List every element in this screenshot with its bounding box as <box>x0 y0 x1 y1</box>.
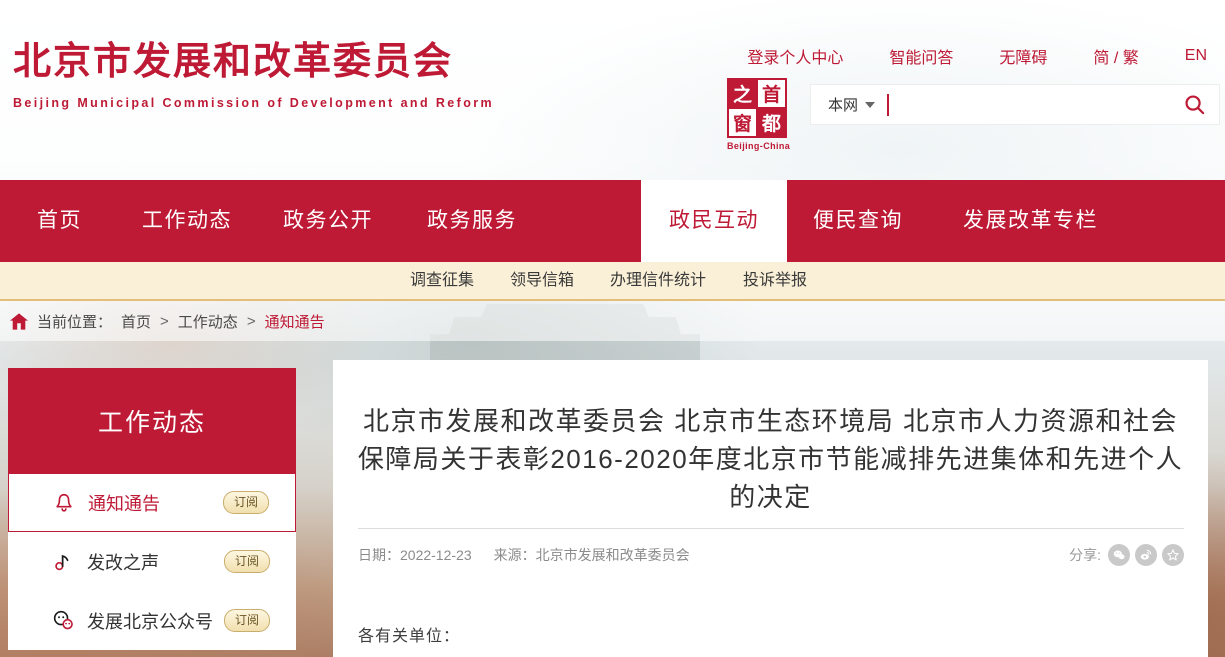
nav-item-convenience-query[interactable]: 便民查询 <box>813 180 903 262</box>
page: 北京市发展和改革委员会 Beijing Municipal Commission… <box>0 0 1225 657</box>
capital-window-caption: Beijing-China <box>727 141 789 151</box>
breadcrumb-separator: > <box>247 313 256 330</box>
search-button[interactable] <box>1183 93 1206 116</box>
wechat-icon <box>52 609 78 632</box>
music-note-icon <box>52 551 78 573</box>
article-meta: 日期： 2022-12-23 来源： 北京市发展和改革委员会 分享: <box>358 544 1184 566</box>
subscribe-button[interactable]: 订阅 <box>224 550 270 573</box>
sidebar-item-voice-of-ndrc[interactable]: 发改之声 订阅 <box>8 532 296 591</box>
breadcrumb-label: 当前位置： <box>37 311 112 332</box>
top-link-english[interactable]: EN <box>1185 47 1207 65</box>
sub-nav: 调查征集 领导信箱 办理信件统计 投诉举报 <box>0 262 1225 301</box>
seal-char: 都 <box>758 109 785 136</box>
subscribe-button[interactable]: 订阅 <box>223 491 269 514</box>
capital-window-seal: 之 首 窗 都 <box>727 78 787 138</box>
article-salutation: 各有关单位： <box>358 622 460 646</box>
share-group: 分享: <box>1069 544 1184 566</box>
top-link-accessibility[interactable]: 无障碍 <box>999 44 1047 68</box>
divider <box>358 528 1184 529</box>
article-title: 北京市发展和改革委员会 北京市生态环境局 北京市人力资源和社会保障局关于表彰20… <box>353 402 1188 516</box>
chevron-down-icon <box>865 102 875 108</box>
subnav-item-survey[interactable]: 调查征集 <box>410 262 474 299</box>
seal-char: 首 <box>758 80 785 107</box>
sidebar-item-label: 发改之声 <box>87 549 159 575</box>
search-bar: 本网 <box>810 84 1220 125</box>
wechat-share-icon[interactable] <box>1108 544 1130 566</box>
nav-item-home[interactable]: 首页 <box>37 180 82 262</box>
nav-item-reform-special[interactable]: 发展改革专栏 <box>963 180 1098 262</box>
search-scope-label: 本网 <box>828 94 858 115</box>
site-logo[interactable]: 北京市发展和改革委员会 Beijing Municipal Commission… <box>13 40 494 110</box>
top-link-simplified-traditional[interactable]: 简 / 繁 <box>1093 44 1138 68</box>
sidebar-title: 工作动态 <box>8 368 296 473</box>
nav-item-public-interaction[interactable]: 政民互动 <box>641 180 787 262</box>
sidebar-menu: 通知通告 订阅 发改之声 订阅 <box>8 473 296 650</box>
nav-item-government-affairs[interactable]: 政务公开 <box>283 180 373 262</box>
breadcrumb-current: 通知通告 <box>265 311 325 332</box>
site-title: 北京市发展和改革委员会 <box>13 40 494 84</box>
weibo-share-icon[interactable] <box>1135 544 1157 566</box>
qzone-share-icon[interactable] <box>1162 544 1184 566</box>
subnav-item-complaints[interactable]: 投诉举报 <box>743 262 807 299</box>
breadcrumb-work-updates[interactable]: 工作动态 <box>178 311 238 332</box>
sidebar-item-wechat-account[interactable]: 发展北京公众号 订阅 <box>8 591 296 650</box>
article-panel: 北京市发展和改革委员会 北京市生态环境局 北京市人力资源和社会保障局关于表彰20… <box>333 360 1208 657</box>
nav-item-government-services[interactable]: 政务服务 <box>427 180 517 262</box>
subscribe-button[interactable]: 订阅 <box>224 609 270 632</box>
date-label: 日期： <box>358 545 400 565</box>
site-subtitle: Beijing Municipal Commission of Developm… <box>13 96 494 110</box>
top-link-smart-qa[interactable]: 智能问答 <box>889 44 953 68</box>
sidebar-item-label: 发展北京公众号 <box>87 608 213 634</box>
search-scope-dropdown[interactable]: 本网 <box>828 94 875 115</box>
breadcrumb: 当前位置： 首页 > 工作动态 > 通知通告 <box>0 301 1225 341</box>
date-value: 2022-12-23 <box>400 547 472 563</box>
seal-char: 之 <box>729 80 756 107</box>
bell-icon <box>53 492 79 514</box>
top-links: 登录个人中心 智能问答 无障碍 简 / 繁 EN <box>747 44 1207 68</box>
share-label: 分享: <box>1069 545 1101 565</box>
sidebar-item-notices[interactable]: 通知通告 订阅 <box>8 473 296 532</box>
top-link-login[interactable]: 登录个人中心 <box>747 44 843 68</box>
nav-item-work-updates[interactable]: 工作动态 <box>142 180 232 262</box>
main-nav: 首页 工作动态 政务公开 政务服务 政民互动 便民查询 发展改革专栏 <box>0 180 1225 262</box>
source-label: 来源： <box>494 545 536 565</box>
seal-char: 窗 <box>729 109 756 136</box>
subnav-item-mail-statistics[interactable]: 办理信件统计 <box>610 262 706 299</box>
capital-window-logo[interactable]: 之 首 窗 都 Beijing-China <box>727 78 789 151</box>
breadcrumb-separator: > <box>160 313 169 330</box>
breadcrumb-home[interactable]: 首页 <box>121 311 151 332</box>
sidebar-item-label: 通知通告 <box>88 490 160 516</box>
home-icon[interactable] <box>10 313 28 330</box>
source-value: 北京市发展和改革委员会 <box>536 545 690 565</box>
search-icon <box>1183 93 1206 116</box>
subnav-item-leader-mailbox[interactable]: 领导信箱 <box>510 262 574 299</box>
search-input[interactable] <box>889 85 1183 124</box>
